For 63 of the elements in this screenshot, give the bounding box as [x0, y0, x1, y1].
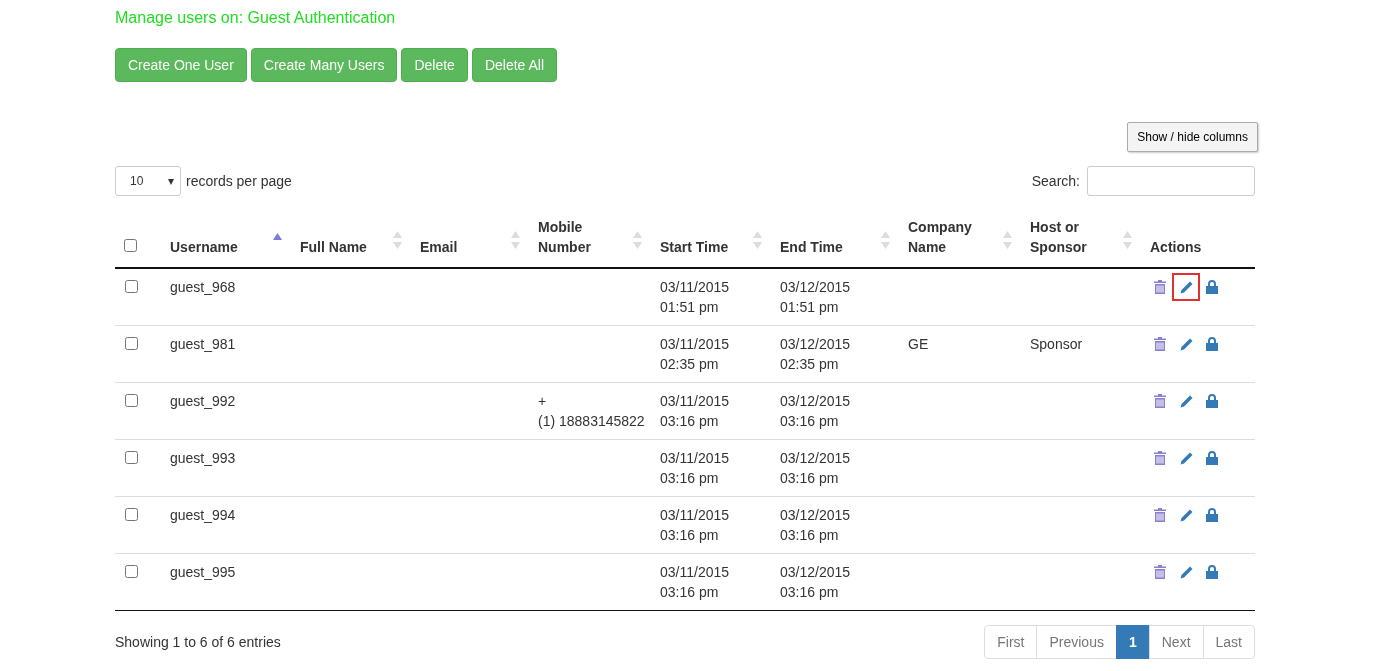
lock-icon[interactable] [1204, 449, 1220, 467]
page-size-label: records per page [186, 173, 292, 189]
search-label: Search: [1031, 173, 1080, 189]
table-cell-text: guest_993 [170, 449, 236, 468]
pagination-button[interactable]: Previous [1036, 625, 1117, 659]
table-cell-text: 03/11/2015 03:16 pm [660, 392, 730, 431]
pagination-button[interactable]: Last [1202, 625, 1255, 659]
table-cell-text: + (1) 18883145822 [538, 392, 645, 431]
row-checkbox[interactable] [125, 280, 138, 293]
trash-icon[interactable] [1152, 563, 1168, 581]
table-cell-text: guest_995 [170, 563, 236, 582]
table-cell-text: 03/11/2015 03:16 pm [660, 506, 730, 545]
table-cell-text: 03/12/2015 03:16 pm [780, 449, 851, 488]
table-cell-text: guest_992 [170, 392, 236, 411]
trash-icon[interactable] [1152, 449, 1168, 467]
lock-icon[interactable] [1204, 278, 1220, 296]
trash-icon[interactable] [1152, 506, 1168, 524]
column-header[interactable]: Company Name [908, 217, 993, 257]
row-checkbox[interactable] [125, 565, 138, 578]
row-checkbox[interactable] [125, 337, 138, 350]
column-header[interactable]: Mobile Number [538, 217, 623, 257]
table-cell-text: 03/12/2015 01:51 pm [780, 278, 851, 317]
table-cell-text: 03/11/2015 03:16 pm [660, 563, 730, 602]
column-header[interactable]: Email [420, 237, 458, 257]
table-cell-text: guest_968 [170, 278, 236, 297]
lock-icon[interactable] [1204, 506, 1220, 524]
lock-icon[interactable] [1204, 392, 1220, 410]
lock-icon[interactable] [1204, 335, 1220, 353]
entries-info: Showing 1 to 6 of 6 entries [115, 634, 281, 650]
pagination-button[interactable]: First [984, 625, 1038, 659]
table-cell-text: guest_994 [170, 506, 236, 525]
table-cell-text: 03/11/2015 03:16 pm [660, 449, 730, 488]
table-cell-text: 03/12/2015 03:16 pm [780, 563, 851, 602]
trash-icon[interactable] [1152, 335, 1168, 353]
pencil-icon[interactable] [1172, 273, 1200, 301]
table-cell-text: GE [908, 335, 929, 354]
page-title: Manage users on: Guest Authentication [115, 8, 396, 28]
trash-icon[interactable] [1152, 278, 1168, 296]
table-cell-text: Sponsor [1030, 335, 1083, 354]
pagination-button[interactable]: 1 [1115, 625, 1150, 659]
table-cell-text: guest_981 [170, 335, 236, 354]
row-checkbox[interactable] [125, 508, 138, 521]
table-cell-text: 03/12/2015 03:16 pm [780, 506, 851, 545]
table-cell-text: 03/11/2015 01:51 pm [660, 278, 730, 317]
table-cell-text: 03/12/2015 03:16 pm [780, 392, 851, 431]
column-header[interactable]: End Time [780, 237, 843, 257]
sort-ascending-icon[interactable] [273, 233, 282, 241]
select-all-checkbox[interactable] [124, 239, 137, 252]
table-cell-text: 03/11/2015 02:35 pm [660, 335, 730, 374]
row-checkbox[interactable] [125, 451, 138, 464]
column-header[interactable]: Host or Sponsor [1030, 217, 1115, 257]
column-header[interactable]: Username [170, 237, 238, 257]
column-header[interactable]: Full Name [300, 237, 367, 257]
lock-icon[interactable] [1204, 563, 1220, 581]
pagination-button[interactable]: Next [1148, 625, 1204, 659]
table-cell-text: 03/12/2015 02:35 pm [780, 335, 851, 374]
page-size-dropdown[interactable]: 10 ▾ [115, 166, 181, 196]
show-hide-columns-button[interactable]: Show / hide columns [1127, 122, 1258, 152]
trash-icon[interactable] [1152, 392, 1168, 410]
column-header[interactable]: Actions [1150, 237, 1202, 257]
column-header[interactable]: Start Time [660, 237, 729, 257]
row-checkbox[interactable] [125, 394, 138, 407]
search-field[interactable] [1087, 166, 1255, 196]
